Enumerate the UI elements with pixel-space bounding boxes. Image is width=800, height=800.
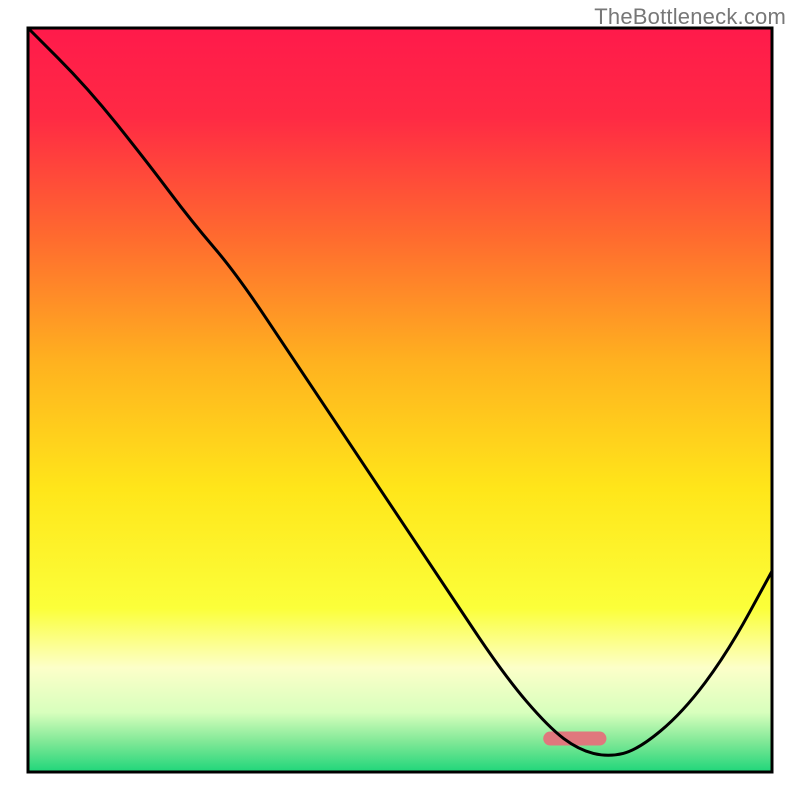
watermark-text: TheBottleneck.com (594, 4, 786, 30)
bottleneck-chart (0, 0, 800, 800)
sweet-spot-marker (543, 732, 606, 746)
plot-background (28, 28, 772, 772)
